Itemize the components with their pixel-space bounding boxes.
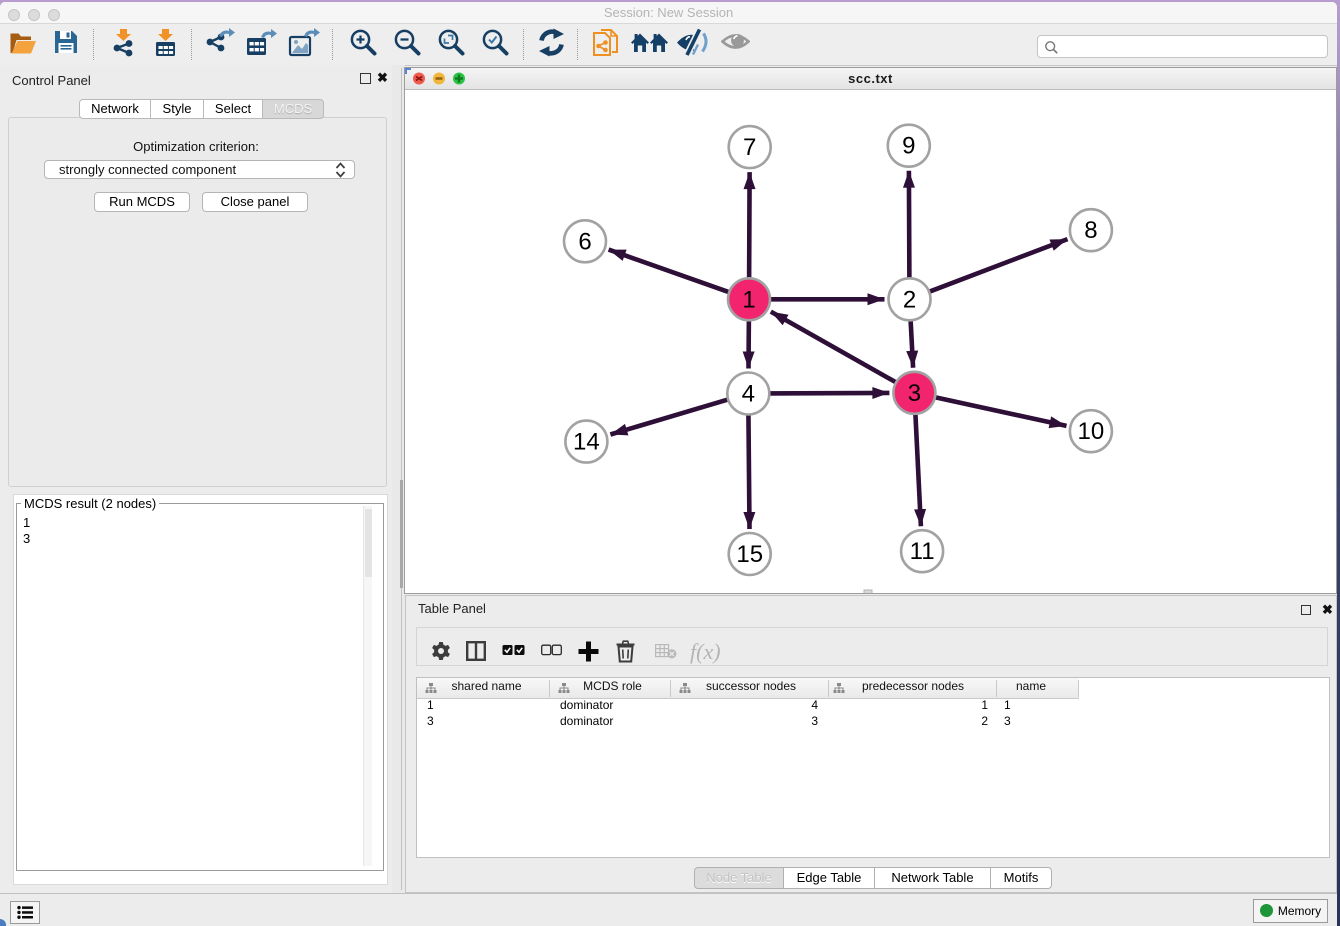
- svg-text:15: 15: [736, 541, 763, 568]
- svg-text:4: 4: [742, 381, 755, 408]
- svg-text:14: 14: [573, 429, 600, 456]
- svg-text:8: 8: [1084, 217, 1097, 244]
- svg-text:11: 11: [910, 538, 935, 565]
- svg-text:7: 7: [743, 134, 756, 161]
- svg-text:6: 6: [578, 228, 591, 255]
- svg-text:1: 1: [742, 286, 755, 313]
- svg-text:9: 9: [902, 133, 915, 160]
- svg-text:2: 2: [903, 286, 916, 313]
- svg-text:10: 10: [1078, 418, 1105, 445]
- svg-text:3: 3: [908, 380, 921, 407]
